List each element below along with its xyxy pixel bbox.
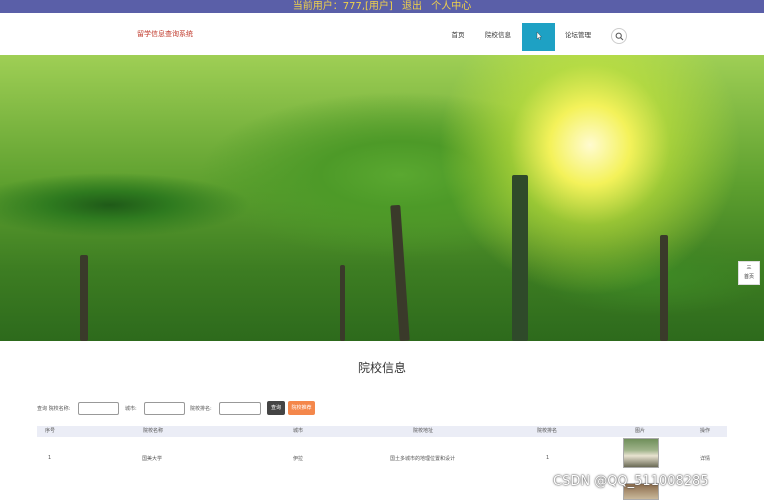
col-index: 序号 bbox=[45, 428, 56, 434]
filter-rank-label: 院校排名: bbox=[190, 406, 212, 412]
search-icon bbox=[615, 32, 624, 41]
tree-trunk bbox=[390, 204, 410, 341]
main-nav: 留学信息查询系统 首页 院校信息 论坛管理 bbox=[0, 13, 764, 55]
filter-name-label: 查询 院校名称: bbox=[37, 406, 71, 412]
nav-item-active[interactable] bbox=[522, 23, 555, 51]
cell-rank: 1 bbox=[546, 455, 550, 461]
logout-link[interactable]: 退出 bbox=[402, 1, 422, 12]
side-widget-icon: 三 bbox=[746, 265, 752, 271]
side-widget-label: 首页 bbox=[743, 274, 754, 280]
profile-link[interactable]: 个人中心 bbox=[431, 1, 471, 12]
search-button[interactable] bbox=[611, 28, 627, 44]
section-title: 院校信息 bbox=[357, 361, 406, 375]
query-button[interactable]: 查询 bbox=[267, 401, 285, 415]
cell-address: 国土多城市的地理位置和设计 bbox=[390, 456, 456, 462]
csdn-watermark: CSDN @QQ_511008285 bbox=[553, 474, 709, 489]
site-logo[interactable]: 留学信息查询系统 bbox=[137, 29, 193, 39]
cell-name: 国美大学 bbox=[142, 456, 163, 462]
current-user-label: 当前用户：777,[用户] bbox=[292, 1, 393, 12]
banner-image bbox=[0, 55, 764, 341]
mouse-cursor-icon bbox=[536, 32, 542, 40]
col-name: 院校名称 bbox=[143, 428, 164, 434]
col-address: 院校地址 bbox=[413, 428, 434, 434]
col-city: 城市 bbox=[293, 428, 304, 434]
col-image: 图片 bbox=[635, 428, 646, 434]
table-header: 序号 院校名称 城市 院校地址 院校排名 图片 操作 bbox=[37, 426, 727, 437]
city-input[interactable] bbox=[144, 402, 185, 415]
school-image-thumbnail bbox=[623, 438, 659, 468]
nav-item-schools[interactable]: 院校信息 bbox=[480, 23, 516, 51]
rank-input[interactable] bbox=[219, 402, 261, 415]
col-rank: 院校排名 bbox=[537, 428, 558, 434]
school-name-input[interactable] bbox=[78, 402, 119, 415]
col-action: 操作 bbox=[700, 428, 711, 434]
tree-trunk bbox=[80, 255, 88, 341]
tree-trunk bbox=[512, 175, 528, 341]
cell-index: 1 bbox=[48, 455, 52, 461]
tree-trunk bbox=[340, 265, 345, 341]
top-status-bar: 当前用户：777,[用户] 退出 个人中心 bbox=[0, 0, 764, 13]
nav-item-forum[interactable]: 论坛管理 bbox=[560, 23, 596, 51]
tree-trunk bbox=[660, 235, 668, 341]
filter-city-label: 城市: bbox=[125, 406, 137, 412]
nav-item-home[interactable]: 首页 bbox=[446, 23, 470, 51]
back-to-top-widget[interactable]: 三 首页 bbox=[738, 261, 760, 285]
recommend-button[interactable]: 院校推荐 bbox=[288, 401, 315, 415]
detail-link[interactable]: 详情 bbox=[700, 455, 710, 462]
cell-city: 伊拉 bbox=[293, 456, 304, 462]
